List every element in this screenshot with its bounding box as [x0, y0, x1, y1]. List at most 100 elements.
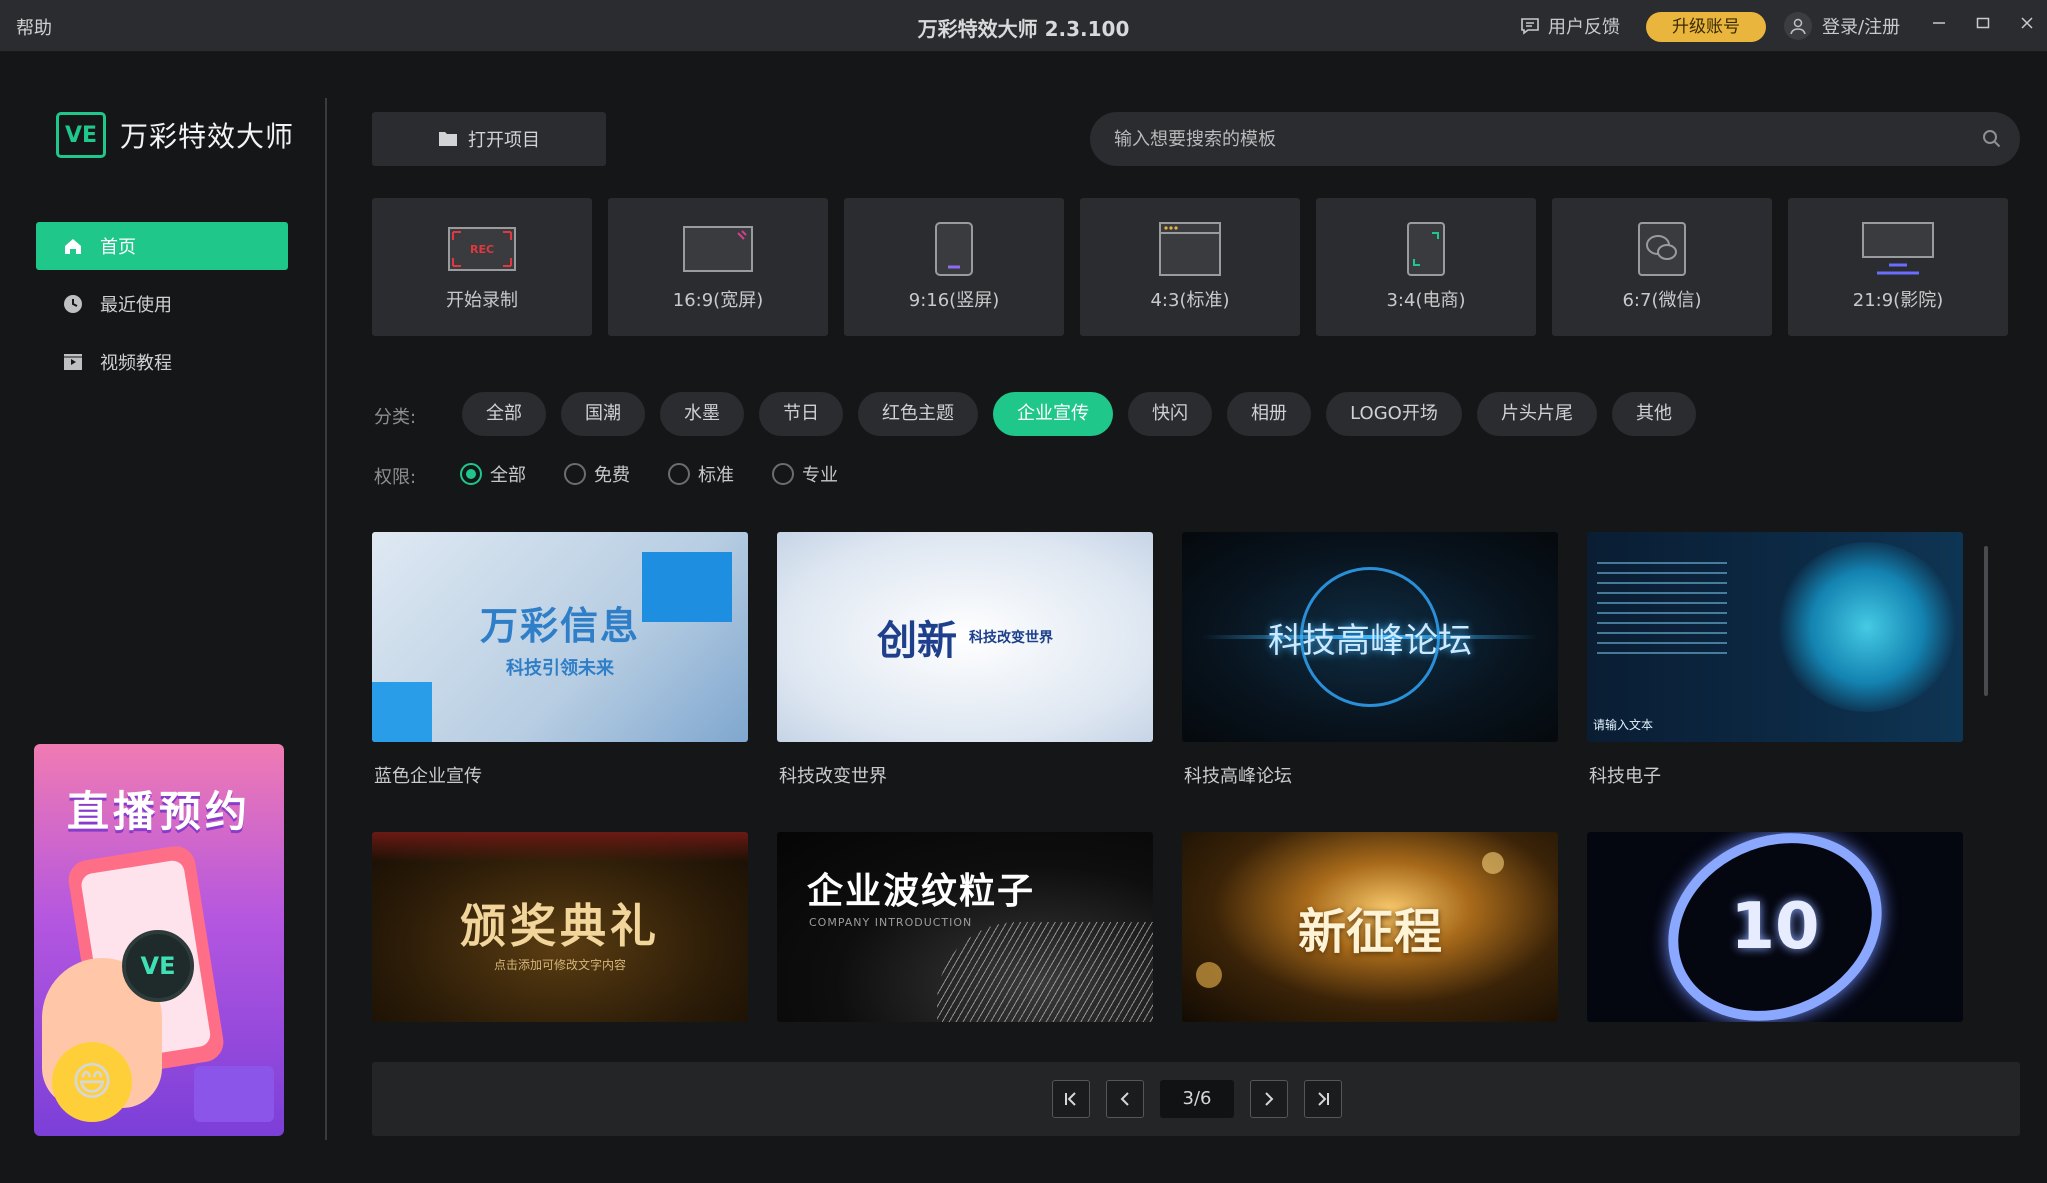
logo-badge: VE: [56, 112, 106, 158]
sidebar-item-recent[interactable]: 最近使用: [36, 280, 288, 328]
category-chip-red-theme[interactable]: 红色主题: [858, 392, 978, 436]
thumb-title: 10: [1730, 890, 1820, 964]
permission-radio-standard[interactable]: 标准: [668, 461, 734, 487]
permission-radio-label: 免费: [594, 465, 630, 486]
ratio-tile-9-16[interactable]: 9:16(竖屏): [844, 198, 1064, 336]
permission-radio-free[interactable]: 免费: [564, 461, 630, 487]
template-card[interactable]: 颁奖典礼 点击添加可修改文字内容: [372, 832, 748, 1042]
template-thumbnail[interactable]: 请输入文本: [1587, 532, 1963, 742]
promo-title: 直播预约: [66, 787, 251, 836]
live-booking-banner[interactable]: 直播预约 VE 😄: [34, 744, 284, 1136]
permission-radio-all[interactable]: 全部: [460, 461, 526, 487]
ratio-tile-3-4[interactable]: 3:4(电商): [1316, 198, 1536, 336]
category-chip-flash[interactable]: 快闪: [1128, 392, 1212, 436]
thumb-title: 万彩信息: [479, 603, 640, 648]
ratio-label: 开始录制: [446, 290, 518, 311]
template-thumbnail[interactable]: 新征程: [1182, 832, 1558, 1022]
template-thumbnail[interactable]: 万彩信息 科技引领未来: [372, 532, 748, 742]
sidebar-item-tutorials[interactable]: 视频教程: [36, 338, 288, 386]
thumb-subtitle: 点击添加可修改文字内容: [493, 957, 626, 972]
chevron-left-icon: [1120, 1092, 1129, 1106]
ratio-tile-16-9[interactable]: 16:9(宽屏): [608, 198, 828, 336]
help-menu[interactable]: 帮助: [16, 14, 52, 40]
permission-radio-label: 标准: [698, 465, 734, 486]
thumb-title: 新征程: [1297, 904, 1442, 960]
last-page-button[interactable]: [1304, 1080, 1342, 1118]
sidebar-item-label: 视频教程: [100, 353, 172, 374]
category-chip-album[interactable]: 相册: [1227, 392, 1311, 436]
folder-icon: [439, 132, 457, 146]
template-thumbnail[interactable]: 10: [1587, 832, 1963, 1022]
ratio-tile-21-9[interactable]: 21:9(影院): [1788, 198, 2008, 336]
open-project-label: 打开项目: [468, 130, 540, 151]
permission-label: 权限:: [374, 467, 417, 488]
sidebar-divider: [325, 98, 327, 1140]
template-thumbnail[interactable]: 科技高峰论坛: [1182, 532, 1558, 742]
feedback-label: 用户反馈: [1548, 17, 1620, 38]
login-register-button[interactable]: 登录/注册: [1784, 11, 1900, 41]
ratio-tile-6-7[interactable]: 6:7(微信): [1552, 198, 1772, 336]
close-button[interactable]: [2012, 10, 2042, 40]
template-card[interactable]: 企业波纹粒子 COMPANY INTRODUCTION: [777, 832, 1153, 1042]
wechat-icon: [1552, 218, 1772, 280]
page-indicator[interactable]: 3/6: [1160, 1080, 1234, 1118]
thumb-subtitle: 科技改变世界: [969, 630, 1053, 646]
maximize-icon: [1976, 17, 1990, 29]
category-chip-all[interactable]: 全部: [462, 392, 546, 436]
thumb-title: 创新: [877, 617, 957, 664]
ratio-label: 21:9(影院): [1852, 290, 1944, 311]
template-list-scrollbar[interactable]: [1984, 546, 1988, 696]
home-icon: [62, 235, 84, 257]
record-icon: REC: [372, 218, 592, 280]
template-card[interactable]: 创新 科技改变世界 科技改变世界: [777, 532, 1153, 788]
chevron-right-icon: [1265, 1092, 1274, 1106]
category-chip-festival[interactable]: 节日: [759, 392, 843, 436]
category-chip-other[interactable]: 其他: [1612, 392, 1696, 436]
radio-dot: [668, 463, 690, 485]
template-card[interactable]: 万彩信息 科技引领未来 蓝色企业宣传: [372, 532, 748, 788]
sidebar-item-label: 最近使用: [100, 295, 172, 316]
template-thumbnail[interactable]: 颁奖典礼 点击添加可修改文字内容: [372, 832, 748, 1022]
permission-radio-label: 专业: [802, 465, 838, 486]
ratio-label: 3:4(电商): [1386, 290, 1466, 311]
template-card[interactable]: 科技高峰论坛 科技高峰论坛: [1182, 532, 1558, 788]
maximize-button[interactable]: [1968, 10, 1998, 40]
portrait-phone-icon: [844, 218, 1064, 280]
permission-radio-label: 全部: [490, 465, 526, 486]
sidebar-item-home[interactable]: 首页: [36, 222, 288, 270]
category-chip-corporate[interactable]: 企业宣传: [993, 392, 1113, 436]
category-chip-logo-intro[interactable]: LOGO开场: [1326, 392, 1462, 436]
open-project-button[interactable]: 打开项目: [372, 112, 606, 166]
ratio-tile-record[interactable]: REC 开始录制: [372, 198, 592, 336]
category-chip-guochao[interactable]: 国潮: [561, 392, 645, 436]
upgrade-account-button[interactable]: 升级账号: [1646, 12, 1766, 42]
template-card[interactable]: 10: [1587, 832, 1963, 1042]
next-page-button[interactable]: [1250, 1080, 1288, 1118]
first-page-button[interactable]: [1052, 1080, 1090, 1118]
template-card[interactable]: 新征程: [1182, 832, 1558, 1042]
radio-dot: [460, 463, 482, 485]
ratio-tile-4-3[interactable]: 4:3(标准): [1080, 198, 1300, 336]
category-chip-ink[interactable]: 水墨: [660, 392, 744, 436]
last-page-icon: [1318, 1092, 1329, 1106]
app-logo: VE 万彩特效大师: [56, 112, 294, 158]
template-thumbnail[interactable]: 企业波纹粒子 COMPANY INTRODUCTION: [777, 832, 1153, 1022]
template-card[interactable]: 请输入文本 科技电子: [1587, 532, 1963, 788]
category-chip-intro-outro[interactable]: 片头片尾: [1477, 392, 1597, 436]
minimize-button[interactable]: [1924, 10, 1954, 40]
avatar-icon: [1784, 12, 1812, 40]
search-input[interactable]: [1114, 112, 1954, 166]
ratio-label: 6:7(微信): [1622, 290, 1702, 311]
thumb-subtitle: COMPANY INTRODUCTION: [809, 916, 973, 929]
smile-emoji-icon: 😄: [52, 1042, 132, 1122]
permission-radio-pro[interactable]: 专业: [772, 461, 838, 487]
video-tutorial-icon: [62, 351, 84, 373]
template-thumbnail[interactable]: 创新 科技改变世界: [777, 532, 1153, 742]
feedback-button[interactable]: 用户反馈: [1520, 13, 1620, 39]
ratio-label: 4:3(标准): [1150, 290, 1230, 311]
search-icon[interactable]: [1982, 129, 2002, 149]
svg-text:REC: REC: [470, 243, 494, 256]
previous-page-button[interactable]: [1106, 1080, 1144, 1118]
template-search-bar: [1090, 112, 2020, 166]
promo-ve-badge: VE: [122, 930, 194, 1002]
